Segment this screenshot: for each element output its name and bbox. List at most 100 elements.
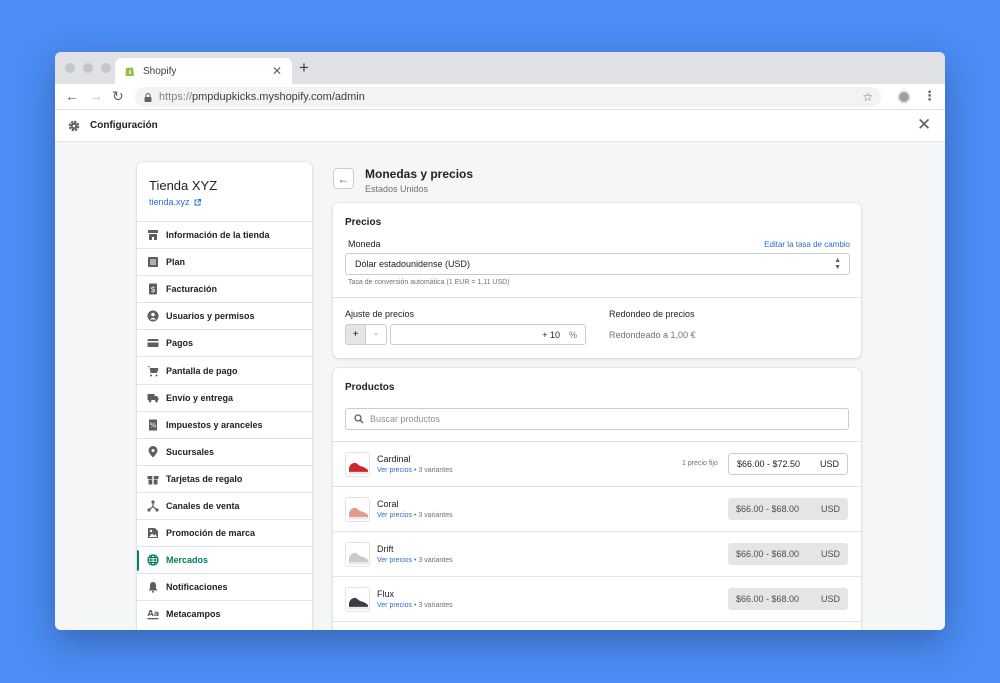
variant-count: • 3 variantes	[413, 512, 453, 519]
sidebar-item-brand[interactable]: Promoción de marca	[137, 519, 312, 546]
prices-card: Precios Moneda Editar la tasa de cambio …	[333, 203, 861, 358]
sidebar-item-label: Metacampos	[166, 609, 221, 620]
price-rounding-value: Redondeado a 1,00 €	[609, 330, 696, 340]
close-settings-icon[interactable]: ✕	[917, 116, 931, 134]
view-prices-link[interactable]: Ver precios	[377, 557, 412, 564]
product-row: Drift Ver precios • 3 variantes $66.00 - $…	[333, 532, 861, 577]
close-tab-icon[interactable]: ✕	[272, 64, 282, 78]
sidebar-item-user[interactable]: Usuarios y permisos	[137, 302, 312, 329]
external-link-icon	[194, 198, 201, 205]
sidebar-item-plan[interactable]: Plan	[137, 248, 312, 275]
increase-toggle[interactable]: +	[345, 324, 366, 345]
product-thumbnail	[345, 452, 370, 477]
product-row: Cardinal Ver precios • 3 variantes 1 preci…	[333, 442, 861, 487]
price-range: $66.00 - $72.50	[737, 459, 801, 469]
decrease-toggle[interactable]: -	[366, 324, 387, 345]
user-icon	[147, 310, 159, 322]
price-currency: USD	[820, 594, 840, 604]
settings-header: Configuración ✕	[55, 111, 945, 142]
product-thumbnail	[345, 542, 370, 567]
adjustment-value: + 10	[542, 329, 560, 340]
tab-title: Shopify	[143, 65, 177, 77]
store-icon	[147, 229, 159, 241]
svg-text:%: %	[150, 421, 157, 429]
new-tab-button[interactable]: +	[299, 59, 309, 77]
location-icon	[147, 445, 159, 458]
product-list: Cardinal Ver precios • 3 variantes 1 preci…	[333, 441, 861, 622]
browser-toolbar: ← → ↻ https://pmpdupkicks.myshopify.com/…	[55, 84, 945, 110]
select-arrows-icon: ▲ ▼	[834, 257, 841, 271]
price-range: $66.00 - $68.00	[736, 594, 800, 604]
sidebar-item-tax[interactable]: % Impuestos y aranceles	[137, 410, 312, 438]
currency-select[interactable]: Dólar estadounidense (USD) ▲ ▼	[345, 253, 850, 275]
product-meta: Ver precios • 3 variantes	[377, 512, 453, 519]
sidebar-item-label: Pantalla de pago	[166, 365, 238, 376]
minimize-window-button[interactable]	[83, 63, 93, 73]
shopify-bag-icon	[125, 67, 134, 76]
reload-icon[interactable]: ↻	[112, 88, 124, 104]
window-controls	[65, 63, 111, 73]
back-button[interactable]: ←	[333, 168, 354, 189]
product-meta: Ver precios • 3 variantes	[377, 467, 453, 474]
sidebar-item-shipping[interactable]: Envío y entrega	[137, 383, 312, 411]
product-name: Cardinal	[377, 454, 411, 464]
price-range: $66.00 - $68.00	[736, 549, 800, 559]
profile-avatar[interactable]	[897, 90, 911, 104]
conversion-help-text: Tasa de conversión automática (1 EUR = 1…	[348, 279, 510, 286]
product-name: Flux	[377, 589, 395, 599]
sidebar-item-store[interactable]: Información de la tienda	[137, 221, 312, 248]
view-prices-link[interactable]: Ver precios	[377, 467, 412, 474]
product-meta: Ver precios • 3 variantes	[377, 557, 453, 564]
maximize-window-button[interactable]	[101, 63, 111, 73]
divider	[333, 297, 861, 298]
sidebar-item-channels[interactable]: Canales de venta	[137, 491, 312, 519]
variant-count: • 3 variantes	[413, 467, 453, 474]
sidebar-item-label: Canales de venta	[166, 500, 240, 511]
price-rounding-label: Redondeo de precios	[609, 309, 695, 319]
price-range-field: $66.00 - $68.00 USD	[728, 588, 848, 610]
product-meta: Ver precios • 3 variantes	[377, 602, 453, 609]
back-arrow-icon[interactable]: ←	[65, 88, 79, 104]
sidebar-item-gift[interactable]: Tarjetas de regalo	[137, 464, 312, 492]
address-bar[interactable]: https://pmpdupkicks.myshopify.com/admin …	[135, 87, 881, 107]
price-range: $66.00 - $68.00	[736, 504, 800, 514]
sidebar-item-payments[interactable]: Pagos	[137, 329, 312, 356]
sidebar-item-metafields[interactable]: Aa Metacampos	[137, 600, 312, 627]
price-range-field: $66.00 - $68.00 USD	[728, 498, 848, 520]
lock-icon	[144, 92, 152, 102]
gear-icon	[68, 120, 80, 132]
price-range-field[interactable]: $66.00 - $72.50 USD	[728, 453, 848, 475]
forward-arrow-icon[interactable]: →	[89, 88, 103, 104]
product-name: Drift	[377, 544, 394, 554]
shipping-icon	[147, 392, 159, 404]
sidebar-item-billing[interactable]: $ Facturación	[137, 275, 312, 302]
edit-exchange-rate-link[interactable]: Editar la tasa de cambio	[764, 240, 850, 249]
sidebar-item-label: Usuarios y permisos	[166, 311, 255, 322]
store-link[interactable]: tienda.xyz	[149, 197, 201, 207]
sidebar-item-label: Información de la tienda	[166, 230, 270, 241]
sidebar-item-location[interactable]: Sucursales	[137, 437, 312, 465]
browser-menu-icon[interactable]: ⋮	[923, 88, 936, 104]
sidebar-item-label: Promoción de marca	[166, 528, 256, 539]
sneaker-image	[348, 597, 369, 610]
adjustment-sign-toggle: + -	[345, 324, 387, 345]
bookmark-star-icon[interactable]: ☆	[862, 90, 873, 104]
view-prices-link[interactable]: Ver precios	[377, 602, 412, 609]
sidebar-item-bell[interactable]: Notificaciones	[137, 573, 312, 600]
close-window-button[interactable]	[65, 63, 75, 73]
billing-icon: $	[147, 283, 159, 295]
sidebar-item-globe[interactable]: Mercados	[137, 546, 312, 573]
fixed-price-label: 1 precio fijo	[682, 460, 718, 467]
browser-window: Shopify ✕ + ← → ↻ https://pmpdupkicks.my…	[55, 52, 945, 630]
view-prices-link[interactable]: Ver precios	[377, 512, 412, 519]
sneaker-image	[348, 462, 369, 475]
product-search-input[interactable]: Buscar productos	[345, 408, 849, 430]
cart-icon	[147, 365, 159, 377]
page-title: Monedas y precios	[365, 167, 474, 181]
sidebar-item-label: Plan	[166, 257, 186, 268]
browser-tab[interactable]: Shopify ✕	[115, 58, 292, 84]
price-adjustment-input[interactable]: + 10 %	[390, 324, 586, 345]
sidebar-item-cart[interactable]: Pantalla de pago	[137, 356, 312, 383]
price-currency: USD	[820, 549, 840, 559]
search-icon	[354, 414, 364, 424]
